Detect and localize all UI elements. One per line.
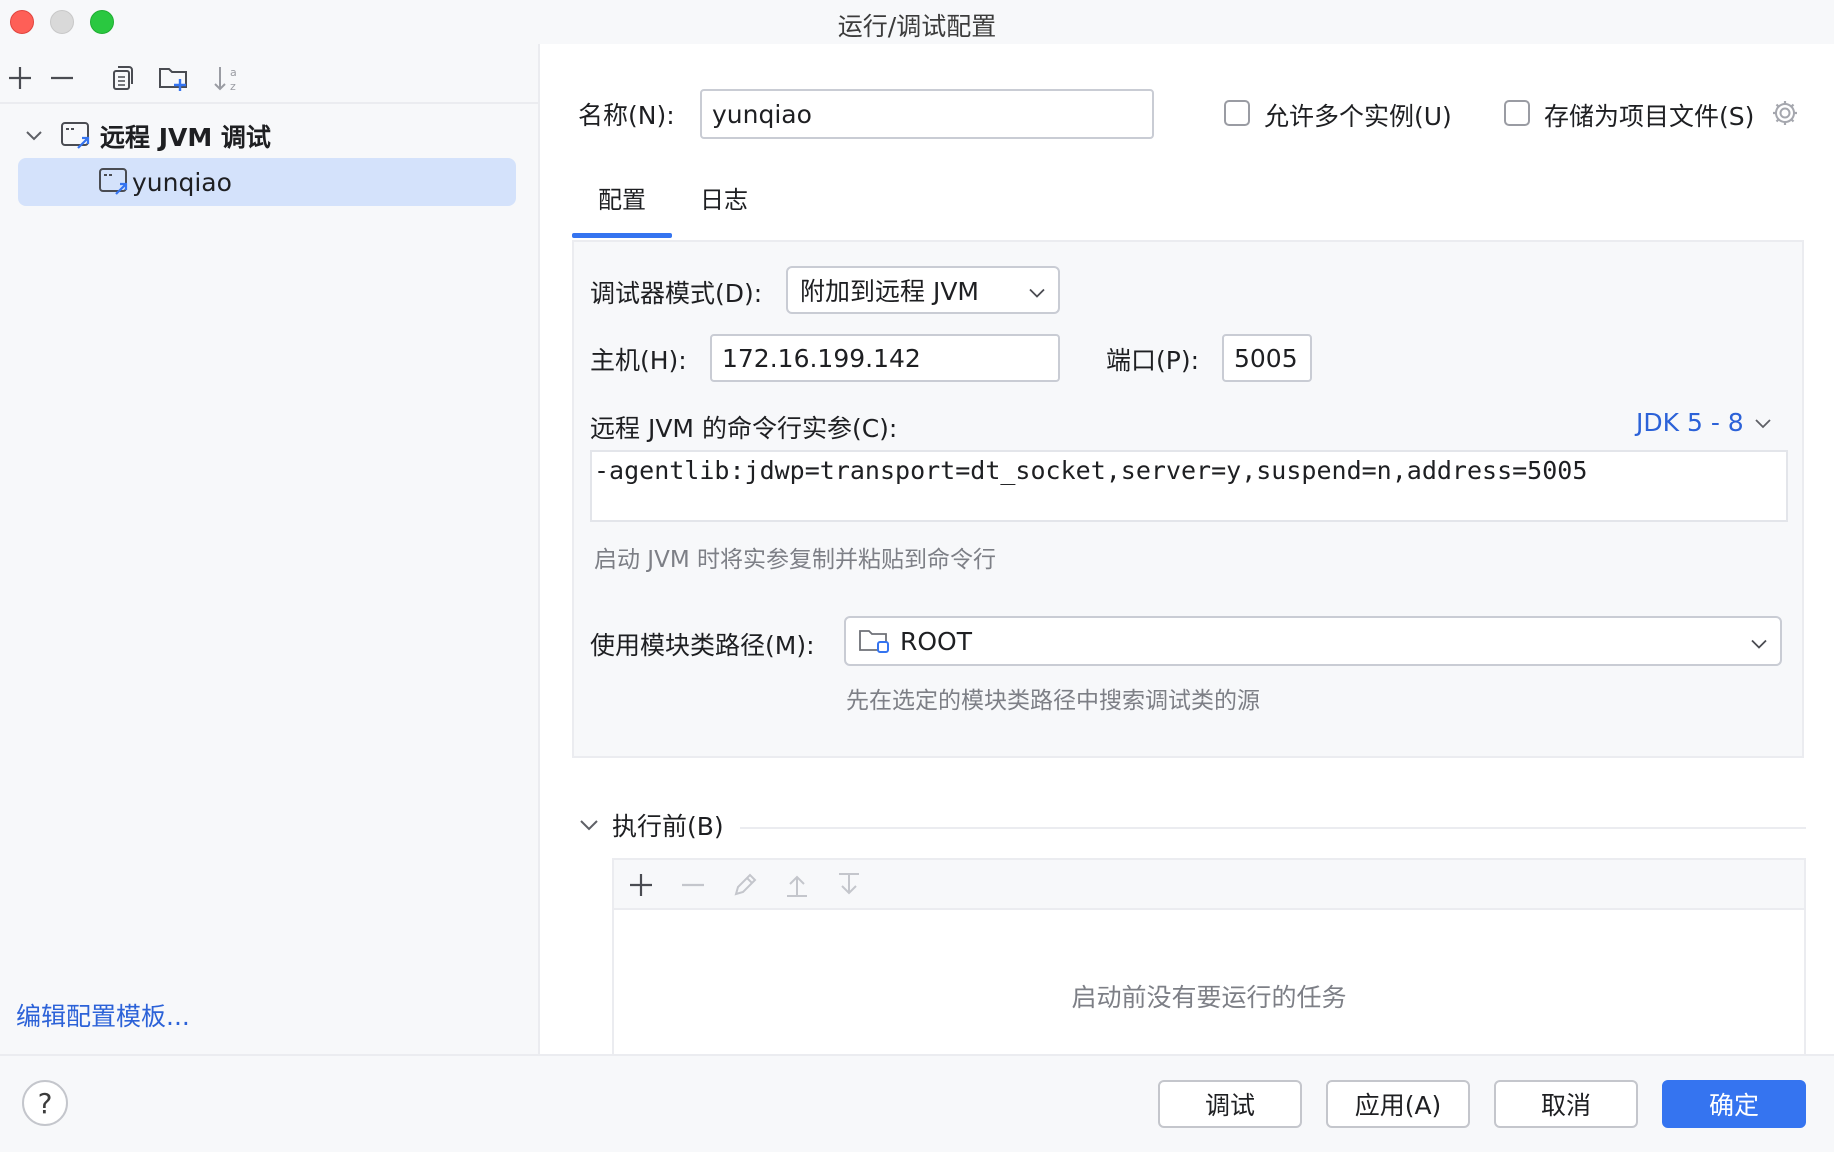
before-launch-header[interactable]: 执行前(B) <box>578 807 724 843</box>
debugger-mode-label: 调试器模式(D): <box>590 279 763 308</box>
remove-icon[interactable] <box>44 60 80 96</box>
chevron-down-icon <box>580 820 598 831</box>
module-classpath-hint: 先在选定的模块类路径中搜索调试类的源 <box>846 688 1260 714</box>
edit-task-icon[interactable] <box>728 868 762 902</box>
move-down-icon[interactable] <box>832 868 866 902</box>
allow-parallel-checkbox[interactable] <box>1224 100 1250 126</box>
remove-task-icon[interactable] <box>676 868 710 902</box>
chevron-down-icon[interactable] <box>18 120 50 152</box>
window-title: 运行/调试配置 <box>837 12 997 41</box>
sort-icon[interactable]: az <box>210 60 246 96</box>
add-icon[interactable] <box>2 60 38 96</box>
active-tab-indicator <box>572 233 672 238</box>
host-input[interactable]: 172.16.199.142 <box>710 334 1060 382</box>
debugger-mode-value: 附加到远程 JVM <box>800 277 979 306</box>
cancel-button[interactable]: 取消 <box>1494 1080 1638 1128</box>
svg-text:a: a <box>230 66 237 79</box>
name-input[interactable]: yunqiao <box>700 89 1154 139</box>
chevron-down-icon <box>1028 276 1046 305</box>
move-up-icon[interactable] <box>780 868 814 902</box>
module-classpath-label: 使用模块类路径(M): <box>590 631 815 660</box>
chevron-down-icon <box>1755 418 1771 428</box>
new-folder-icon[interactable] <box>156 60 192 96</box>
port-label: 端口(P): <box>1106 346 1200 375</box>
chevron-down-icon <box>1750 627 1768 656</box>
debugger-mode-select[interactable]: 附加到远程 JVM <box>786 266 1060 314</box>
apply-button[interactable]: 应用(A) <box>1326 1080 1470 1128</box>
svg-text:z: z <box>230 80 236 93</box>
remote-debug-config-icon <box>98 166 132 198</box>
tree-group-label: 远程 JVM 调试 <box>100 123 271 152</box>
toolbar-divider <box>0 102 540 104</box>
tree-item-label: yunqiao <box>132 167 232 197</box>
tab-logs[interactable]: 日志 <box>700 180 748 215</box>
jdk-version-label: JDK 5 - 8 <box>1636 408 1744 437</box>
help-button[interactable]: ? <box>22 1080 68 1126</box>
gear-icon[interactable] <box>1770 98 1800 128</box>
dialog-footer: ? 调试 应用(A) 取消 确定 <box>0 1054 1834 1152</box>
task-toolbar <box>614 860 1804 910</box>
cmd-args-field[interactable]: -agentlib:jdwp=transport=dt_socket,serve… <box>590 450 1788 522</box>
host-label: 主机(H): <box>590 346 687 375</box>
title-bar: 运行/调试配置 <box>0 0 1834 44</box>
section-divider <box>740 827 1806 829</box>
tree-group-remote-jvm-debug[interactable]: 远程 JVM 调试 <box>18 112 518 160</box>
configuration-sidebar: az 远程 JVM 调试 yunqiao 编辑配置模板... <box>0 44 540 1054</box>
tab-config[interactable]: 配置 <box>598 180 646 215</box>
store-as-project-file-checkbox[interactable] <box>1504 100 1530 126</box>
before-launch-title: 执行前(B) <box>612 812 724 841</box>
module-classpath-select[interactable]: ROOT <box>844 616 1782 666</box>
before-launch-task-list: 启动前没有要运行的任务 <box>612 858 1806 1058</box>
ok-button[interactable]: 确定 <box>1662 1080 1806 1128</box>
remote-debug-icon <box>60 120 94 152</box>
cmd-args-hint: 启动 JVM 时将实参复制并粘贴到命令行 <box>594 547 996 573</box>
port-input[interactable]: 5005 <box>1222 334 1312 382</box>
add-task-icon[interactable] <box>624 868 658 902</box>
debug-button[interactable]: 调试 <box>1158 1080 1302 1128</box>
edit-configuration-templates-link[interactable]: 编辑配置模板... <box>16 997 190 1033</box>
empty-task-list-text: 启动前没有要运行的任务 <box>1071 983 1347 1012</box>
copy-icon[interactable] <box>104 60 140 96</box>
store-as-project-file-label: 存储为项目文件(S) <box>1544 102 1755 131</box>
sidebar-toolbar: az <box>0 54 540 102</box>
jdk-version-selector[interactable]: JDK 5 - 8 <box>1636 408 1772 437</box>
name-label: 名称(N): <box>578 101 675 130</box>
allow-parallel-label: 允许多个实例(U) <box>1264 102 1452 131</box>
cmd-args-label: 远程 JVM 的命令行实参(C): <box>590 414 898 443</box>
tree-item-yunqiao[interactable]: yunqiao <box>18 158 516 206</box>
module-folder-icon <box>858 626 892 656</box>
module-classpath-value: ROOT <box>900 626 972 656</box>
